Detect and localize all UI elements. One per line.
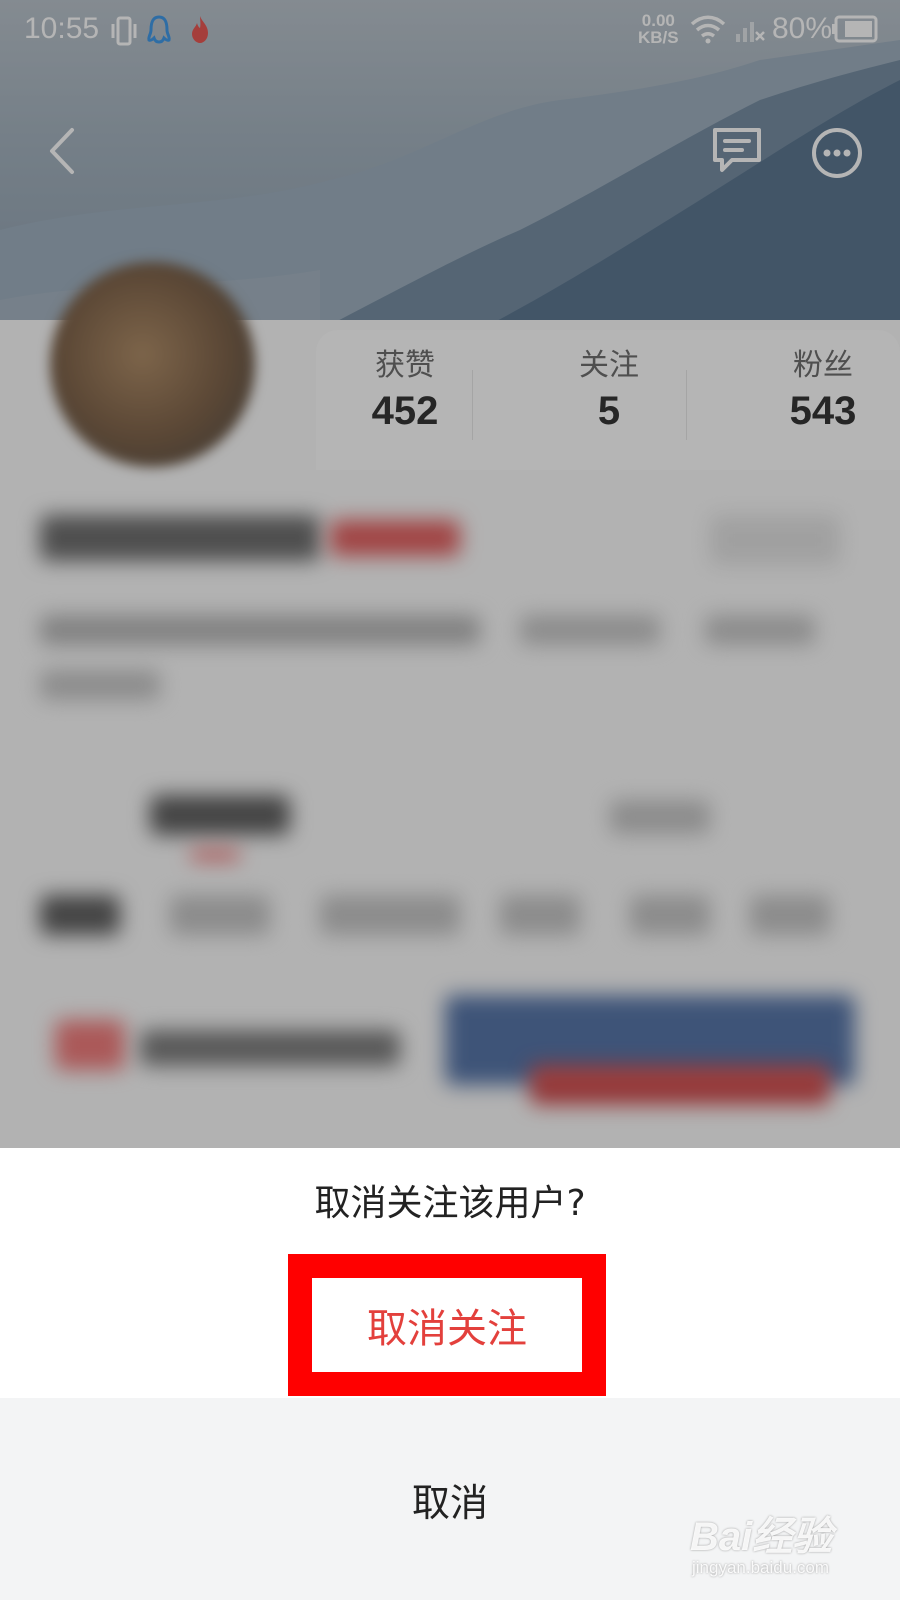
action-sheet-body: 取消关注该用户? 取消关注: [0, 1148, 900, 1398]
modal-overlay[interactable]: [0, 0, 900, 1148]
action-sheet-title: 取消关注该用户?: [314, 1183, 586, 1224]
watermark-brand: Bai经验: [690, 1515, 833, 1559]
baidu-jingyan-watermark: Bai经验 jingyan.baidu.com: [690, 1500, 870, 1590]
unfollow-button[interactable]: 取消关注: [312, 1278, 582, 1372]
watermark-url: jingyan.baidu.com: [692, 1558, 830, 1577]
highlight-frame: 取消关注: [288, 1254, 606, 1396]
profile-page: 获赞 452 关注 5 粉丝 543 10:55 0.00 KB/S 80%: [0, 0, 900, 1148]
